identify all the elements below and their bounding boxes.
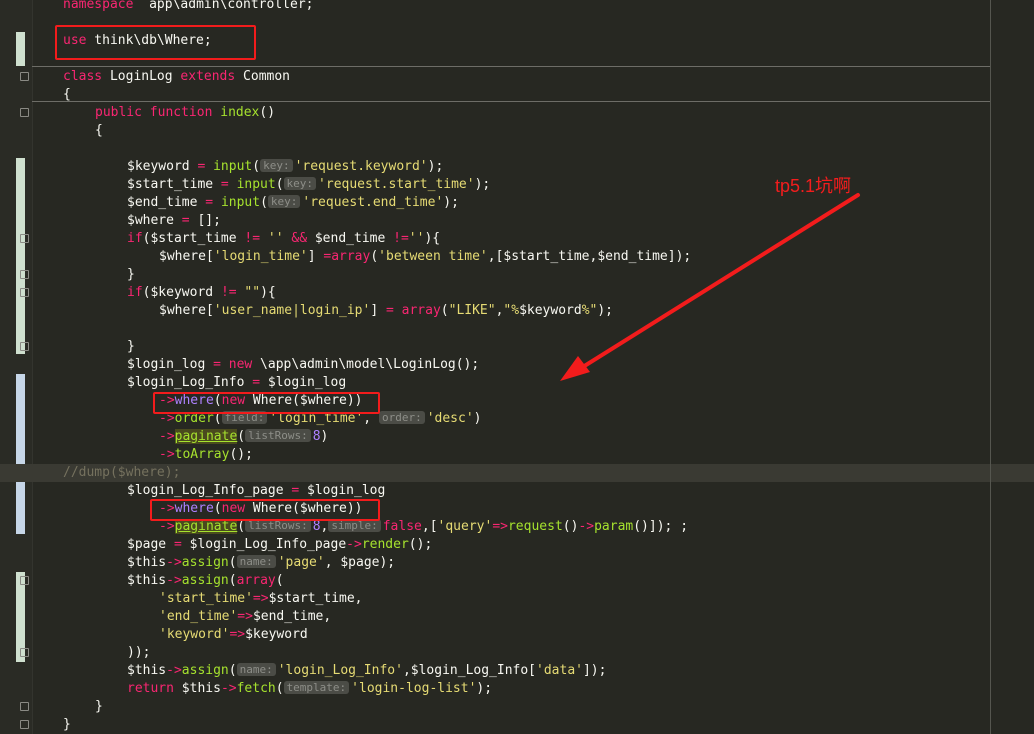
annotation-label: tp5.1坑啊 bbox=[775, 176, 852, 196]
code-editor[interactable]: namespace app\admin\controller; use think… bbox=[0, 0, 1034, 734]
annotation-arrow-icon bbox=[560, 193, 860, 381]
